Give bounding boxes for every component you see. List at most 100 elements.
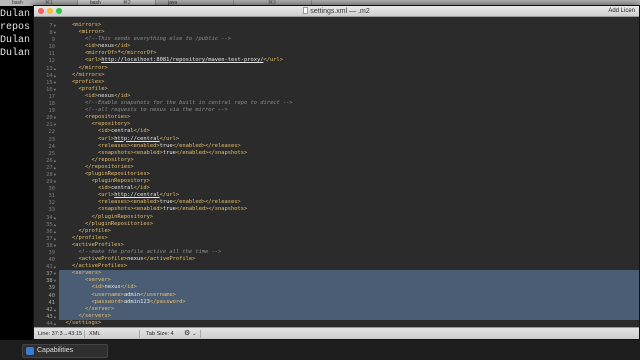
tab-size-selector[interactable]: Tab Size: 4	[146, 328, 174, 339]
code-line[interactable]: </pluginRepository>	[59, 214, 639, 221]
text-content	[59, 171, 85, 177]
code-line[interactable]: </settings>	[59, 320, 639, 327]
window-titlebar[interactable]: settings.xml — .m2 Add Licen	[34, 6, 639, 17]
line-number-text: 37	[46, 271, 53, 278]
fold-toggle-icon[interactable]: ▲	[54, 215, 56, 220]
selected-code-line[interactable]: <servers>	[59, 270, 639, 278]
fold-toggle-icon[interactable]: ▲	[54, 222, 56, 227]
code-line[interactable]: </repository>	[59, 157, 639, 164]
code-area[interactable]: <mirrors> <mirror> <!--This sends everyt…	[59, 22, 639, 327]
fold-toggle-icon[interactable]: ▼	[54, 23, 56, 28]
selected-code-line[interactable]: <password>admin123</password>	[59, 298, 639, 306]
line-number: 31	[34, 192, 56, 199]
fold-toggle-icon[interactable]: ▼	[54, 30, 56, 35]
fold-toggle-icon[interactable]: ▲	[54, 73, 56, 78]
code-line[interactable]: </mirrors>	[59, 72, 639, 79]
line-number-text: 40	[48, 257, 56, 264]
xml-tag: </enabled></snapshots>	[175, 206, 248, 213]
fold-toggle-icon[interactable]: ▲	[54, 229, 56, 234]
fold-toggle-icon[interactable]: ▲	[54, 66, 56, 71]
xml-tag: </repositories>	[84, 163, 134, 170]
url-link[interactable]: http://central	[114, 136, 159, 142]
url-link[interactable]: http://localhost:8081/repository/maven-t…	[101, 57, 263, 63]
chevron-down-icon[interactable]: ⌄	[192, 328, 197, 339]
fold-toggle-icon[interactable]: ▼	[54, 122, 56, 127]
fold-toggle-icon[interactable]: ▼	[54, 179, 56, 184]
fold-toggle-icon[interactable]: ▲	[54, 321, 56, 326]
line-number: 39	[34, 249, 56, 256]
code-line[interactable]: <url>http://central</url>	[59, 192, 639, 199]
code-line[interactable]: </pluginRepositories>	[59, 221, 639, 228]
code-line[interactable]: <!--make the profile active all the time…	[59, 249, 639, 256]
fold-toggle-icon[interactable]: ▼	[54, 87, 56, 92]
url-link[interactable]: http://central	[114, 192, 159, 198]
fold-toggle-icon[interactable]: ▲	[54, 264, 56, 269]
selected-code-line[interactable]: </server>	[59, 305, 639, 313]
code-line[interactable]: <profile>	[59, 86, 639, 93]
code-line[interactable]: <snapshots><enabled>true</enabled></snap…	[59, 150, 639, 157]
fold-toggle-icon[interactable]: ▲	[54, 307, 56, 312]
fold-toggle-icon[interactable]: ▲	[54, 314, 56, 319]
line-number: 9	[34, 36, 56, 43]
code-line[interactable]: <repository>	[59, 121, 639, 128]
text-content	[59, 313, 78, 319]
text-content	[59, 249, 78, 255]
syntax-selector[interactable]: XML	[89, 328, 101, 339]
code-line[interactable]: <!--This sends everything else to /publi…	[59, 36, 639, 43]
code-line[interactable]: <repositories>	[59, 114, 639, 121]
xml-tag: <pluginRepository>	[91, 178, 150, 185]
code-line[interactable]: <id>nexus</id>	[59, 43, 639, 50]
code-line[interactable]: </repositories>	[59, 164, 639, 171]
selected-code-line[interactable]: </servers>	[59, 312, 639, 320]
text-content	[59, 292, 91, 298]
line-number: 37▼	[34, 270, 56, 277]
gear-icon[interactable]: ⚙	[184, 328, 190, 339]
fold-toggle-icon[interactable]: ▼	[54, 115, 56, 120]
fold-toggle-icon[interactable]: ▼	[54, 271, 56, 276]
capabilities-item[interactable]: Capabilities	[22, 344, 108, 358]
code-line[interactable]: </profile>	[59, 228, 639, 235]
selected-code-line[interactable]: <id>nexus</id>	[59, 284, 639, 292]
code-line[interactable]: </profiles>	[59, 235, 639, 242]
code-line[interactable]: </mirror>	[59, 65, 639, 72]
xml-tag: </enabled></releases>	[172, 199, 241, 206]
selected-code-line[interactable]: <username>admin</username>	[59, 291, 639, 299]
xml-tag: <releases><enabled>	[97, 199, 160, 206]
code-line[interactable]: <releases><enabled>true</enabled></relea…	[59, 199, 639, 206]
code-line[interactable]: <activeProfile>nexus</activeProfile>	[59, 256, 639, 263]
fold-toggle-icon[interactable]: ▼	[54, 243, 56, 248]
code-line[interactable]: <pluginRepository>	[59, 178, 639, 185]
code-line[interactable]: <url>http://central</url>	[59, 136, 639, 143]
xml-tag: <repositories>	[84, 114, 131, 121]
text-content	[59, 164, 85, 170]
code-line[interactable]: <mirrorOf>*</mirrorOf>	[59, 50, 639, 57]
fold-toggle-icon[interactable]: ▲	[54, 236, 56, 241]
code-line[interactable]: <id>central</id>	[59, 128, 639, 135]
code-line[interactable]: </activeProfiles>	[59, 263, 639, 270]
text-content	[59, 206, 98, 212]
code-editor[interactable]: 7▼ 8▼ 9 10 11 12 13▲ 14▲ 15▼ 16▼ 17 18 19 20▼ 2…	[34, 17, 639, 329]
code-line[interactable]: <releases><enabled>true</enabled></relea…	[59, 143, 639, 150]
code-line[interactable]: <!--Enable snapshots for the built in ce…	[59, 100, 639, 107]
code-line[interactable]: <snapshots><enabled>true</enabled></snap…	[59, 206, 639, 213]
status-divider	[200, 330, 201, 338]
add-license-button[interactable]: Add Licen	[608, 7, 635, 16]
code-line[interactable]: <pluginRepositories>	[59, 171, 639, 178]
code-line[interactable]: <url>http://localhost:8081/repository/ma…	[59, 57, 639, 64]
xml-tag: <password>	[91, 298, 124, 305]
line-number-text: 11	[48, 51, 56, 58]
code-line[interactable]: <mirrors>	[59, 22, 639, 29]
code-line[interactable]: <activeProfiles>	[59, 242, 639, 249]
fold-toggle-icon[interactable]: ▲	[54, 158, 56, 163]
code-line[interactable]: <profiles>	[59, 79, 639, 86]
fold-toggle-icon[interactable]: ▼	[54, 80, 56, 85]
fold-toggle-icon[interactable]: ▼	[54, 172, 56, 177]
fold-toggle-icon[interactable]: ▼	[54, 278, 56, 283]
code-line[interactable]: <id>central</id>	[59, 185, 639, 192]
fold-toggle-icon[interactable]: ▲	[54, 165, 56, 170]
code-line[interactable]: <id>nexus</id>	[59, 93, 639, 100]
code-line[interactable]: <mirror>	[59, 29, 639, 36]
selected-code-line[interactable]: <server>	[59, 277, 639, 285]
code-line[interactable]: <!--all requests to nexus via the mirror…	[59, 107, 639, 114]
line-number: 22	[34, 128, 56, 135]
